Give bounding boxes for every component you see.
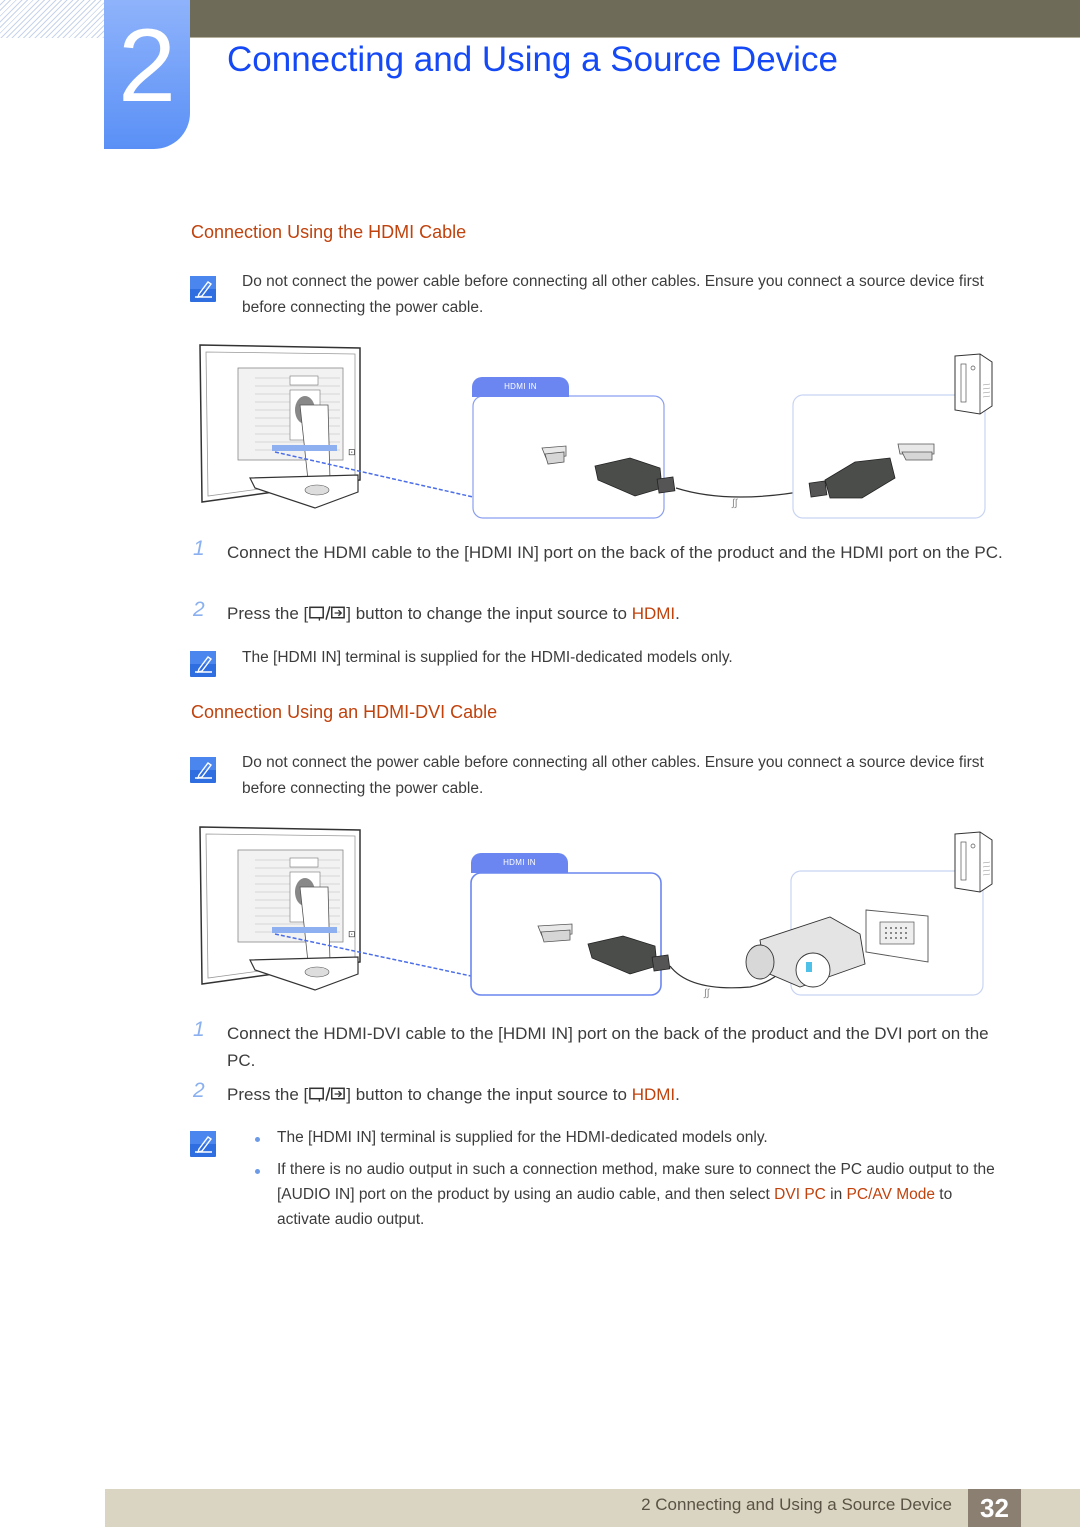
cable — [675, 487, 811, 498]
step-number: 1 — [193, 1018, 205, 1041]
svg-text:∫∫: ∫∫ — [703, 988, 711, 999]
step-text: Press the [ ] button to change the input … — [227, 1081, 1017, 1108]
header-hatch-decoration — [0, 0, 104, 38]
header-bar — [190, 0, 1080, 38]
svg-text:∫∫: ∫∫ — [731, 498, 739, 509]
section-title-hdmi-dvi: Connection Using an HDMI-DVI Cable — [191, 702, 498, 722]
hdmi-in-port-label: HDMI IN — [472, 377, 569, 397]
highlight-dvi-pc: DVI PC — [774, 1186, 826, 1203]
note-icon — [190, 1131, 216, 1157]
source-button-icon — [308, 1085, 346, 1103]
highlight-pc-av-mode: PC/AV Mode — [846, 1186, 935, 1203]
step-suffix: ] button to change the input source to — [346, 1085, 632, 1104]
step-text: Connect the HDMI-DVI cable to the [HDMI … — [227, 1024, 989, 1070]
pc-tower-icon — [954, 831, 993, 893]
footnote-text: The [HDMI IN] terminal is supplied for t… — [277, 1129, 768, 1146]
note-icon — [190, 757, 216, 783]
hdmi-port-illustration — [537, 923, 573, 943]
step-end: . — [675, 604, 680, 623]
note-icon — [190, 651, 216, 677]
step-end: . — [675, 1085, 680, 1104]
footer-chapter-text: 2 Connecting and Using a Source Device — [641, 1495, 952, 1514]
svg-text:⊡: ⊡ — [348, 447, 356, 457]
highlight-hdmi: HDMI — [631, 604, 676, 623]
step-prefix: Press the [ — [227, 604, 309, 623]
monitor-back-illustration: ⊡ — [199, 344, 361, 509]
hdmi-in-port-label: HDMI IN — [471, 853, 568, 873]
step-text: Connect the HDMI cable to the [HDMI IN] … — [227, 543, 1003, 562]
chapter-number: 2 — [118, 8, 176, 124]
hdmi-dvi-connection-diagram: ⊡ ∫∫ — [199, 826, 993, 999]
step-number: 2 — [193, 1079, 205, 1102]
pc-tower-icon — [954, 353, 993, 415]
svg-text:⊡: ⊡ — [348, 929, 356, 939]
page-footer: 2 Connecting and Using a Source Device 3… — [105, 1489, 1080, 1527]
footnote-text: The [HDMI IN] terminal is supplied for t… — [242, 649, 733, 666]
hdmi-connection-diagram: ⊡ ∫∫ — [199, 344, 993, 519]
footnote-text: If there is no audio output in such a co… — [277, 1157, 1007, 1232]
step-prefix: Press the [ — [227, 1085, 309, 1104]
pc-port-panel — [792, 394, 986, 519]
hdmi-in-port-panel — [472, 395, 665, 519]
note-icon — [190, 276, 216, 302]
step-text: Press the [ ] button to change the input … — [227, 600, 1017, 627]
monitor-back-illustration: ⊡ — [199, 826, 361, 991]
note-text: Do not connect the power cable before co… — [242, 754, 984, 797]
section-title-hdmi: Connection Using the HDMI Cable — [191, 222, 467, 242]
bullet — [255, 1137, 260, 1142]
chapter-tab: 2 — [104, 0, 190, 149]
note-text: Do not connect the power cable before co… — [242, 273, 984, 316]
step-number: 1 — [193, 537, 205, 560]
chapter-title: Connecting and Using a Source Device — [227, 40, 838, 79]
step-number: 2 — [193, 598, 205, 621]
bullet — [255, 1169, 260, 1174]
highlight-hdmi: HDMI — [631, 1085, 676, 1104]
source-button-icon — [308, 604, 346, 622]
page-number: 32 — [968, 1489, 1021, 1527]
step-suffix: ] button to change the input source to — [346, 604, 632, 623]
footnote-mid: in — [825, 1186, 847, 1203]
